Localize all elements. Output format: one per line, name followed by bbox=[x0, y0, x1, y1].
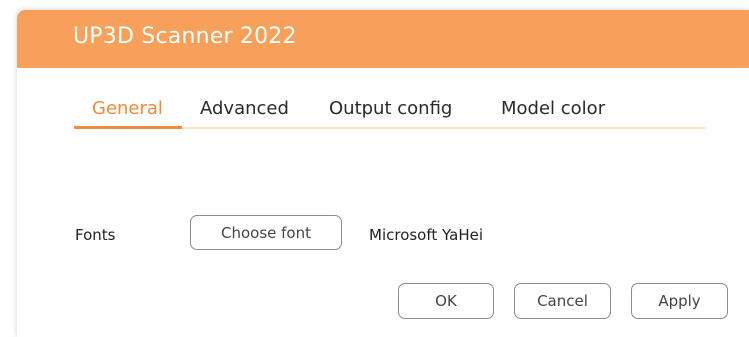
tab-output-config[interactable]: Output config bbox=[329, 98, 452, 119]
apply-button[interactable]: Apply bbox=[631, 283, 728, 319]
tab-advanced[interactable]: Advanced bbox=[200, 98, 289, 119]
fonts-label: Fonts bbox=[75, 226, 116, 244]
tab-general[interactable]: General bbox=[92, 98, 163, 119]
current-font-value: Microsoft YaHei bbox=[369, 226, 483, 244]
tab-model-color[interactable]: Model color bbox=[501, 98, 605, 119]
ok-button[interactable]: OK bbox=[398, 283, 494, 319]
active-tab-indicator bbox=[74, 126, 182, 129]
title-bar: UP3D Scanner 2022 bbox=[17, 10, 749, 68]
cancel-button[interactable]: Cancel bbox=[514, 283, 611, 319]
settings-dialog: UP3D Scanner 2022 General Advanced Outpu… bbox=[17, 10, 749, 337]
window-title: UP3D Scanner 2022 bbox=[73, 24, 297, 49]
tab-bar: General Advanced Output config Model col… bbox=[74, 88, 706, 129]
choose-font-button[interactable]: Choose font bbox=[190, 215, 342, 250]
